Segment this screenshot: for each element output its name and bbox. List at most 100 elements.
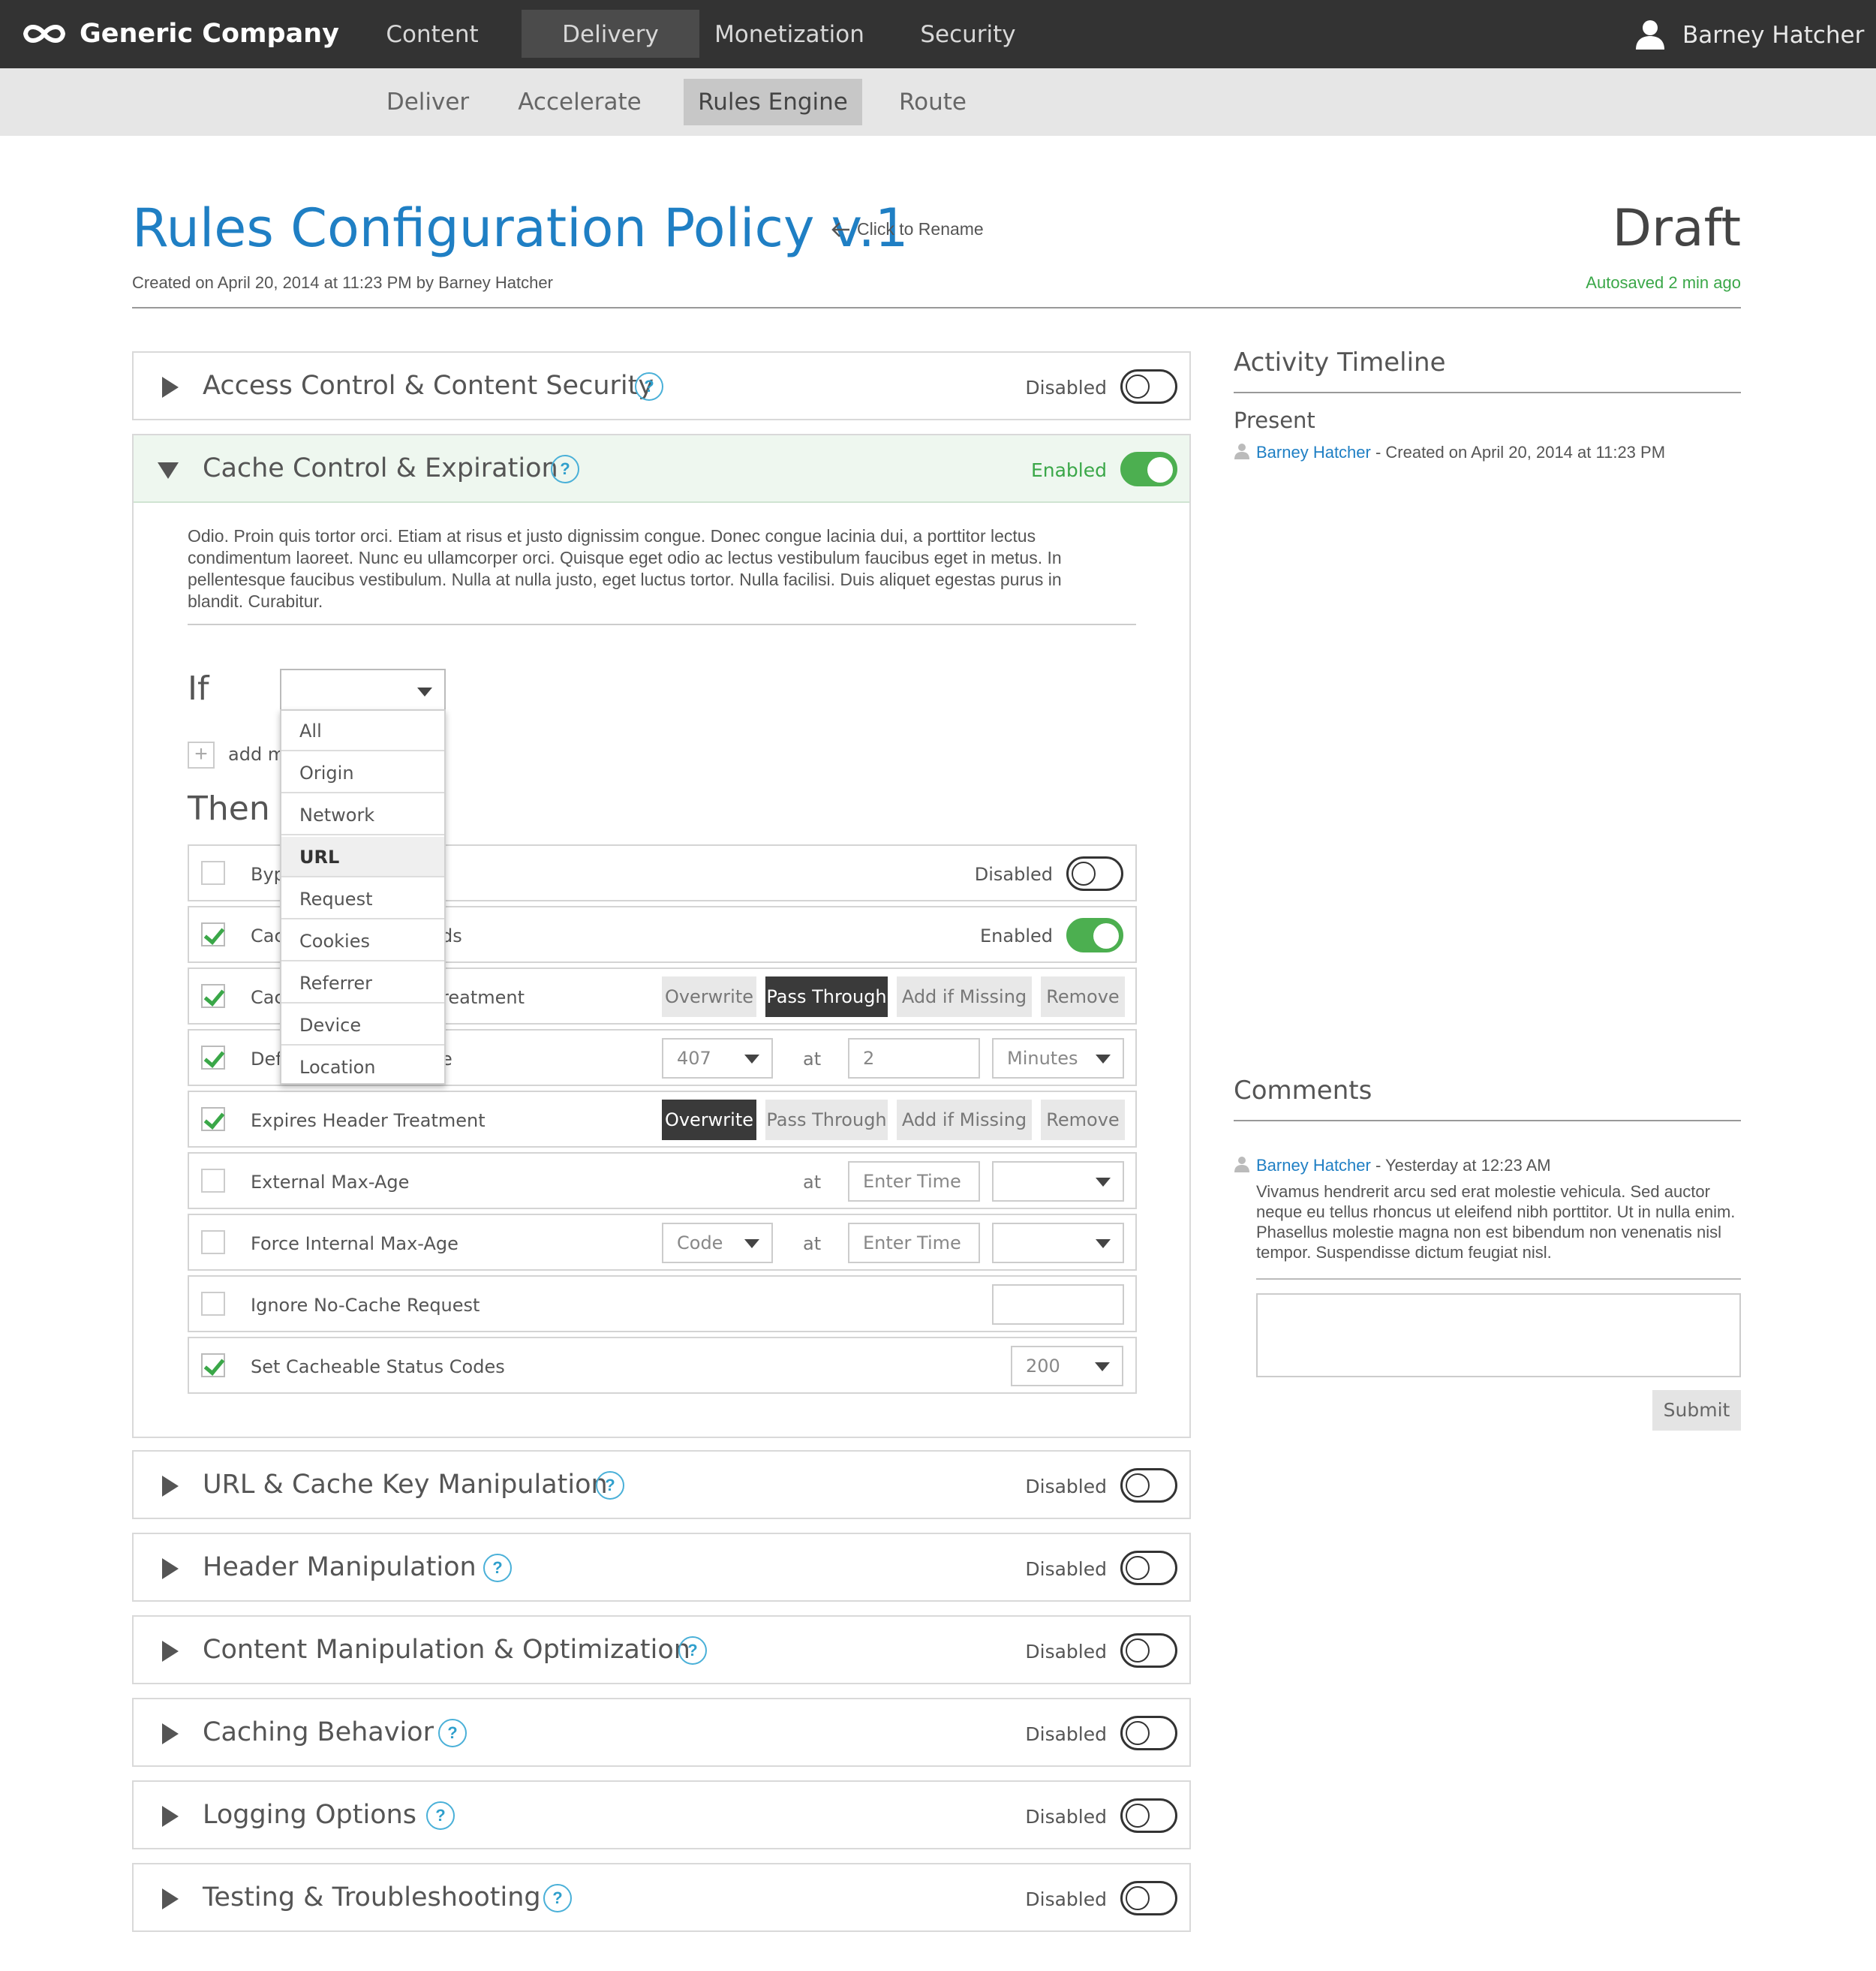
section-toggle[interactable]: [1120, 1551, 1177, 1585]
rule-checkbox[interactable]: [201, 1107, 225, 1131]
user-icon[interactable]: [1634, 20, 1666, 50]
chevron-down-icon: [417, 688, 432, 697]
nav-security[interactable]: Security: [897, 0, 1039, 58]
condition-select[interactable]: [280, 669, 446, 711]
add-condition-label[interactable]: add m: [228, 742, 285, 767]
option-cookies[interactable]: Cookies: [281, 921, 444, 961]
subnav-route[interactable]: Route: [885, 68, 980, 136]
time-input[interactable]: 2: [848, 1038, 980, 1079]
time-input[interactable]: Enter Time: [848, 1161, 980, 1202]
help-icon[interactable]: ?: [426, 1801, 455, 1830]
section-toggle[interactable]: [1120, 1633, 1177, 1668]
section-logging-options[interactable]: Logging Options ? Disabled: [132, 1780, 1191, 1849]
remove-option[interactable]: Remove: [1041, 1100, 1125, 1140]
rule-checkbox[interactable]: [201, 1292, 225, 1316]
section-toggle[interactable]: [1120, 369, 1177, 404]
description-divider: [188, 624, 1136, 625]
section-content-manipulation[interactable]: Content Manipulation & Optimization ? Di…: [132, 1615, 1191, 1684]
rule-toggle[interactable]: [1066, 918, 1123, 952]
rule-checkbox[interactable]: [201, 1230, 225, 1254]
chevron-down-icon: [1096, 1239, 1111, 1248]
option-all[interactable]: All: [281, 711, 444, 751]
pass-through-option[interactable]: Pass Through: [765, 976, 888, 1017]
page-title[interactable]: Rules Configuration Policy v.1: [132, 194, 908, 263]
section-toggle[interactable]: [1120, 1468, 1177, 1503]
section-title: Content Manipulation & Optimization: [203, 1635, 690, 1665]
overwrite-option[interactable]: Overwrite: [662, 976, 756, 1017]
condition-dropdown-menu: All Origin Network URL Request Cookies R…: [280, 709, 446, 1085]
autosave-status: Autosaved 2 min ago: [1586, 273, 1741, 292]
option-request[interactable]: Request: [281, 879, 444, 919]
policy-status: Draft: [1612, 199, 1741, 258]
status-code-select[interactable]: 200: [1011, 1346, 1123, 1386]
section-toggle[interactable]: [1120, 1716, 1177, 1750]
comment-user-link[interactable]: Barney Hatcher: [1256, 1156, 1371, 1175]
subnav-deliver[interactable]: Deliver: [375, 68, 480, 136]
section-access-control[interactable]: Access Control & Content Security ? Disa…: [132, 351, 1191, 420]
brand-name[interactable]: Generic Company: [80, 17, 339, 51]
expand-arrow-icon[interactable]: [162, 1558, 179, 1579]
comment-textarea[interactable]: [1256, 1293, 1741, 1377]
unit-select[interactable]: Minutes: [992, 1038, 1124, 1079]
add-condition-icon[interactable]: +: [188, 742, 215, 769]
option-url[interactable]: URL: [281, 837, 444, 877]
rule-toggle[interactable]: [1066, 856, 1123, 891]
expand-arrow-icon[interactable]: [162, 1641, 179, 1662]
timeline-user-link[interactable]: Barney Hatcher: [1256, 443, 1371, 462]
unit-select[interactable]: [992, 1161, 1124, 1202]
help-icon[interactable]: ?: [635, 372, 663, 401]
option-location[interactable]: Location: [281, 1047, 444, 1088]
expand-arrow-icon[interactable]: [162, 1888, 179, 1909]
subnav-accelerate[interactable]: Accelerate: [510, 68, 649, 136]
help-icon[interactable]: ?: [483, 1554, 512, 1582]
code-select[interactable]: Code: [662, 1223, 773, 1263]
section-toggle[interactable]: [1120, 1881, 1177, 1915]
collapse-arrow-icon[interactable]: [158, 462, 179, 479]
add-if-missing-option[interactable]: Add if Missing: [897, 976, 1032, 1017]
overwrite-option[interactable]: Overwrite: [662, 1100, 756, 1140]
option-network[interactable]: Network: [281, 795, 444, 835]
expand-arrow-icon[interactable]: [162, 377, 179, 398]
rule-checkbox[interactable]: [201, 1169, 225, 1193]
help-icon[interactable]: ?: [543, 1884, 572, 1912]
nav-monetization[interactable]: Monetization: [709, 0, 870, 58]
expand-arrow-icon[interactable]: [162, 1806, 179, 1827]
rule-checkbox[interactable]: [201, 984, 225, 1008]
expand-arrow-icon[interactable]: [162, 1476, 179, 1497]
help-icon[interactable]: ?: [596, 1471, 624, 1500]
code-select[interactable]: 407: [662, 1038, 773, 1079]
section-header[interactable]: Cache Control & Expiration ? Enabled: [134, 435, 1189, 503]
rename-hint[interactable]: Click to Rename: [857, 217, 984, 241]
infinity-logo-icon: [23, 25, 66, 43]
user-name[interactable]: Barney Hatcher: [1682, 18, 1864, 53]
section-testing-troubleshooting[interactable]: Testing & Troubleshooting ? Disabled: [132, 1863, 1191, 1932]
ignore-input[interactable]: [992, 1284, 1124, 1325]
add-if-missing-option[interactable]: Add if Missing: [897, 1100, 1032, 1140]
section-url-cache-key[interactable]: URL & Cache Key Manipulation ? Disabled: [132, 1450, 1191, 1519]
rule-checkbox[interactable]: [201, 1046, 225, 1070]
section-toggle[interactable]: [1120, 452, 1177, 486]
option-origin[interactable]: Origin: [281, 753, 444, 793]
section-caching-behavior[interactable]: Caching Behavior ? Disabled: [132, 1698, 1191, 1767]
submit-button[interactable]: Submit: [1652, 1390, 1741, 1431]
expand-arrow-icon[interactable]: [162, 1723, 179, 1744]
section-header-manipulation[interactable]: Header Manipulation ? Disabled: [132, 1533, 1191, 1602]
unit-select[interactable]: [992, 1223, 1124, 1263]
time-input[interactable]: Enter Time: [848, 1223, 980, 1263]
rule-checkbox[interactable]: [201, 922, 225, 946]
rule-checkbox[interactable]: [201, 861, 225, 885]
rule-checkbox[interactable]: [201, 1353, 225, 1377]
pass-through-option[interactable]: Pass Through: [765, 1100, 888, 1140]
nav-delivery[interactable]: Delivery: [522, 10, 699, 58]
help-icon[interactable]: ?: [438, 1719, 467, 1747]
section-title: Access Control & Content Security: [203, 371, 654, 401]
option-referrer[interactable]: Referrer: [281, 963, 444, 1004]
help-icon[interactable]: ?: [678, 1636, 707, 1665]
nav-content[interactable]: Content: [360, 0, 504, 58]
help-icon[interactable]: ?: [551, 455, 579, 483]
remove-option[interactable]: Remove: [1041, 976, 1125, 1017]
subnav-rules-engine[interactable]: Rules Engine: [684, 79, 862, 125]
section-toggle[interactable]: [1120, 1798, 1177, 1833]
option-device[interactable]: Device: [281, 1005, 444, 1046]
time-placeholder: Enter Time: [863, 1171, 961, 1192]
